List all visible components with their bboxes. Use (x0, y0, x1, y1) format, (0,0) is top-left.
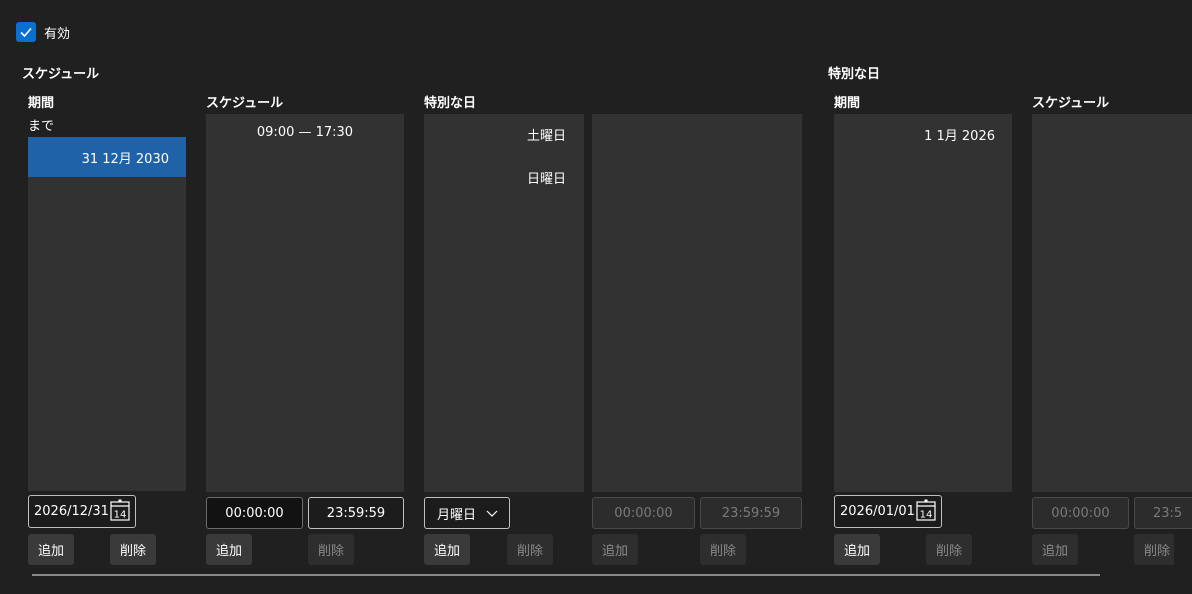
period-add-button[interactable]: 追加 (28, 534, 74, 565)
calendar-day: 14 (920, 510, 933, 521)
special-period-date-picker[interactable]: 2026/01/01 14 (834, 495, 942, 528)
enabled-toggle[interactable]: 有効 (16, 22, 70, 42)
special-days-delete-button[interactable]: 削除 (507, 534, 553, 565)
calendar-icon[interactable]: 14 (916, 499, 936, 521)
special-schedule-header: スケジュール (1032, 96, 1110, 111)
date-value: 2026/01/01 (840, 504, 915, 519)
horizontal-scrollbar[interactable] (32, 574, 1100, 576)
special-times-list[interactable] (592, 114, 802, 492)
special-period-delete-button[interactable]: 削除 (926, 534, 972, 565)
special-period-list[interactable]: 1 1月 2026 (834, 114, 1012, 492)
period-list[interactable]: 31 12月 2030 (28, 137, 186, 491)
special-schedule-add-button[interactable]: 追加 (1032, 534, 1078, 565)
special-period-item[interactable]: 1 1月 2026 (834, 114, 1012, 144)
schedule-list-item[interactable]: 09:00 — 17:30 (206, 114, 404, 140)
schedule-add-button[interactable]: 追加 (206, 534, 252, 565)
special-schedule-start-time-input[interactable]: 00:00:00 (1032, 497, 1129, 529)
special-days-add-button[interactable]: 追加 (424, 534, 470, 565)
schedule-header: スケジュール (206, 96, 284, 111)
special-days-header: 特別な日 (424, 96, 477, 111)
schedule-section-title: スケジュール (22, 67, 100, 82)
special-end-time-input[interactable]: 23:59:59 (700, 497, 802, 529)
enabled-checkbox[interactable] (16, 22, 36, 42)
special-period-add-button[interactable]: 追加 (834, 534, 880, 565)
special-times-add-button[interactable]: 追加 (592, 534, 638, 565)
special-day-item-sunday[interactable]: 日曜日 (424, 144, 584, 187)
calendar-icon[interactable]: 14 (110, 499, 130, 521)
calendar-day: 14 (114, 510, 127, 521)
period-date-picker[interactable]: 2026/12/31 14 (28, 495, 136, 528)
schedule-end-time-input[interactable]: 23:59:59 (308, 497, 404, 529)
schedule-delete-button[interactable]: 削除 (308, 534, 354, 565)
schedule-list[interactable]: 09:00 — 17:30 (206, 114, 404, 492)
special-section-title: 特別な日 (828, 67, 881, 82)
clip-mask (1174, 534, 1192, 565)
special-times-delete-button[interactable]: 削除 (700, 534, 746, 565)
schedule-start-time-input[interactable]: 00:00:00 (206, 497, 303, 529)
period-list-item-selected[interactable]: 31 12月 2030 (28, 137, 186, 177)
date-value: 2026/12/31 (34, 504, 109, 519)
special-period-header: 期間 (834, 96, 861, 111)
day-select[interactable]: 月曜日 (424, 497, 510, 529)
chevron-down-icon (486, 510, 498, 517)
checkmark-icon (20, 27, 32, 38)
period-delete-button[interactable]: 削除 (110, 534, 156, 565)
special-schedule-list[interactable] (1032, 114, 1192, 492)
special-day-item-saturday[interactable]: 土曜日 (424, 114, 584, 144)
period-header: 期間 (28, 96, 55, 111)
until-label: まで (28, 119, 55, 134)
special-start-time-input[interactable]: 00:00:00 (592, 497, 695, 529)
list-item-text: 31 12月 2030 (81, 151, 169, 167)
special-schedule-end-time-input[interactable]: 23:5 (1134, 497, 1192, 529)
enabled-label: 有効 (44, 26, 71, 42)
special-days-list[interactable]: 土曜日 日曜日 (424, 114, 584, 492)
day-select-value: 月曜日 (437, 507, 477, 523)
